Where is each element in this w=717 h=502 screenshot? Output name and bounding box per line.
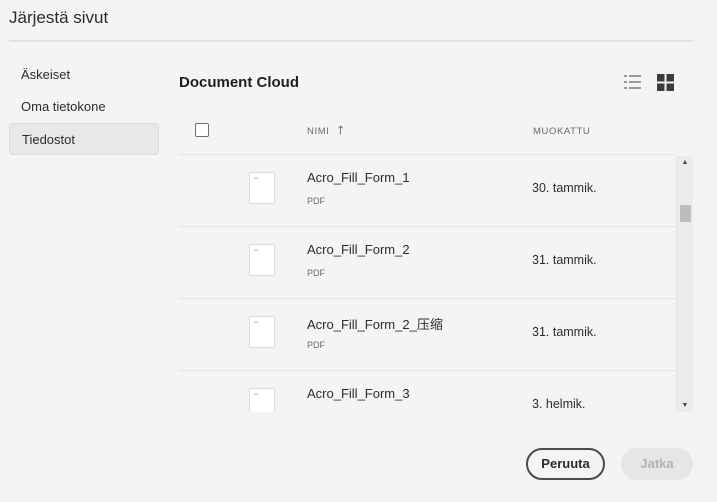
file-name: Acro_Fill_Form_2 (307, 242, 410, 257)
column-header-name[interactable]: NIMI 🡑 (307, 122, 344, 140)
file-modified-date: 31. tammik. (532, 253, 597, 267)
column-header-modified-label: MUOKATTU (533, 125, 591, 137)
continue-button: Jatka (621, 448, 693, 480)
pdf-thumbnail-icon (249, 316, 275, 348)
pdf-thumbnail-icon (249, 388, 275, 412)
cancel-button[interactable]: Peruuta (526, 448, 605, 480)
file-type: PDF (307, 196, 325, 206)
file-modified-date: 31. tammik. (532, 325, 597, 339)
dialog-title: Järjestä sivut (9, 8, 109, 27)
list-item[interactable]: Acro_Fill_Form_2 PDF 31. tammik. (179, 226, 676, 298)
file-name: Acro_Fill_Form_2_压缩 (307, 317, 443, 332)
scrollbar-thumb[interactable] (680, 205, 691, 222)
sidebar: Äskeiset Oma tietokone Tiedostot (9, 59, 159, 155)
column-header-modified[interactable]: MUOKATTU (533, 122, 590, 140)
select-all-checkbox[interactable] (195, 123, 209, 137)
sidebar-item-label: Äskeiset (21, 67, 71, 82)
section-title: Document Cloud (179, 74, 299, 91)
sort-ascending-icon[interactable]: 🡑 (337, 121, 343, 142)
sidebar-item-recent[interactable]: Äskeiset (9, 59, 159, 91)
list-item[interactable]: Acro_Fill_Form_3 3. helmik. (179, 370, 676, 412)
pdf-thumbnail-icon (249, 244, 275, 276)
scroll-up-icon[interactable]: ▲ (677, 159, 693, 166)
file-type: PDF (307, 268, 325, 278)
vertical-scrollbar[interactable]: ▲ ▼ (676, 156, 693, 412)
sidebar-item-label: Oma tietokone (21, 99, 106, 114)
file-list[interactable]: Acro_Fill_Form_1 PDF 30. tammik. Acro_Fi… (179, 154, 676, 412)
sidebar-item-my-computer[interactable]: Oma tietokone (9, 91, 159, 123)
list-item[interactable]: Acro_Fill_Form_1 PDF 30. tammik. (179, 154, 676, 226)
grid-view-icon[interactable] (657, 74, 674, 91)
list-view-icon[interactable] (624, 74, 641, 91)
file-modified-date: 3. helmik. (532, 397, 586, 411)
sidebar-item-files[interactable]: Tiedostot (9, 123, 159, 155)
column-header-name-label: NIMI (307, 125, 330, 137)
file-type: PDF (307, 340, 325, 350)
title-divider (9, 40, 693, 42)
file-modified-date: 30. tammik. (532, 181, 597, 195)
sidebar-item-label: Tiedostot (22, 132, 75, 147)
pdf-thumbnail-icon (249, 172, 275, 204)
view-toggle-group (624, 74, 674, 91)
scroll-down-icon[interactable]: ▼ (677, 402, 693, 409)
file-name: Acro_Fill_Form_3 (307, 386, 410, 401)
file-name: Acro_Fill_Form_1 (307, 170, 410, 185)
list-item[interactable]: Acro_Fill_Form_2_压缩 PDF 31. tammik. (179, 298, 676, 370)
